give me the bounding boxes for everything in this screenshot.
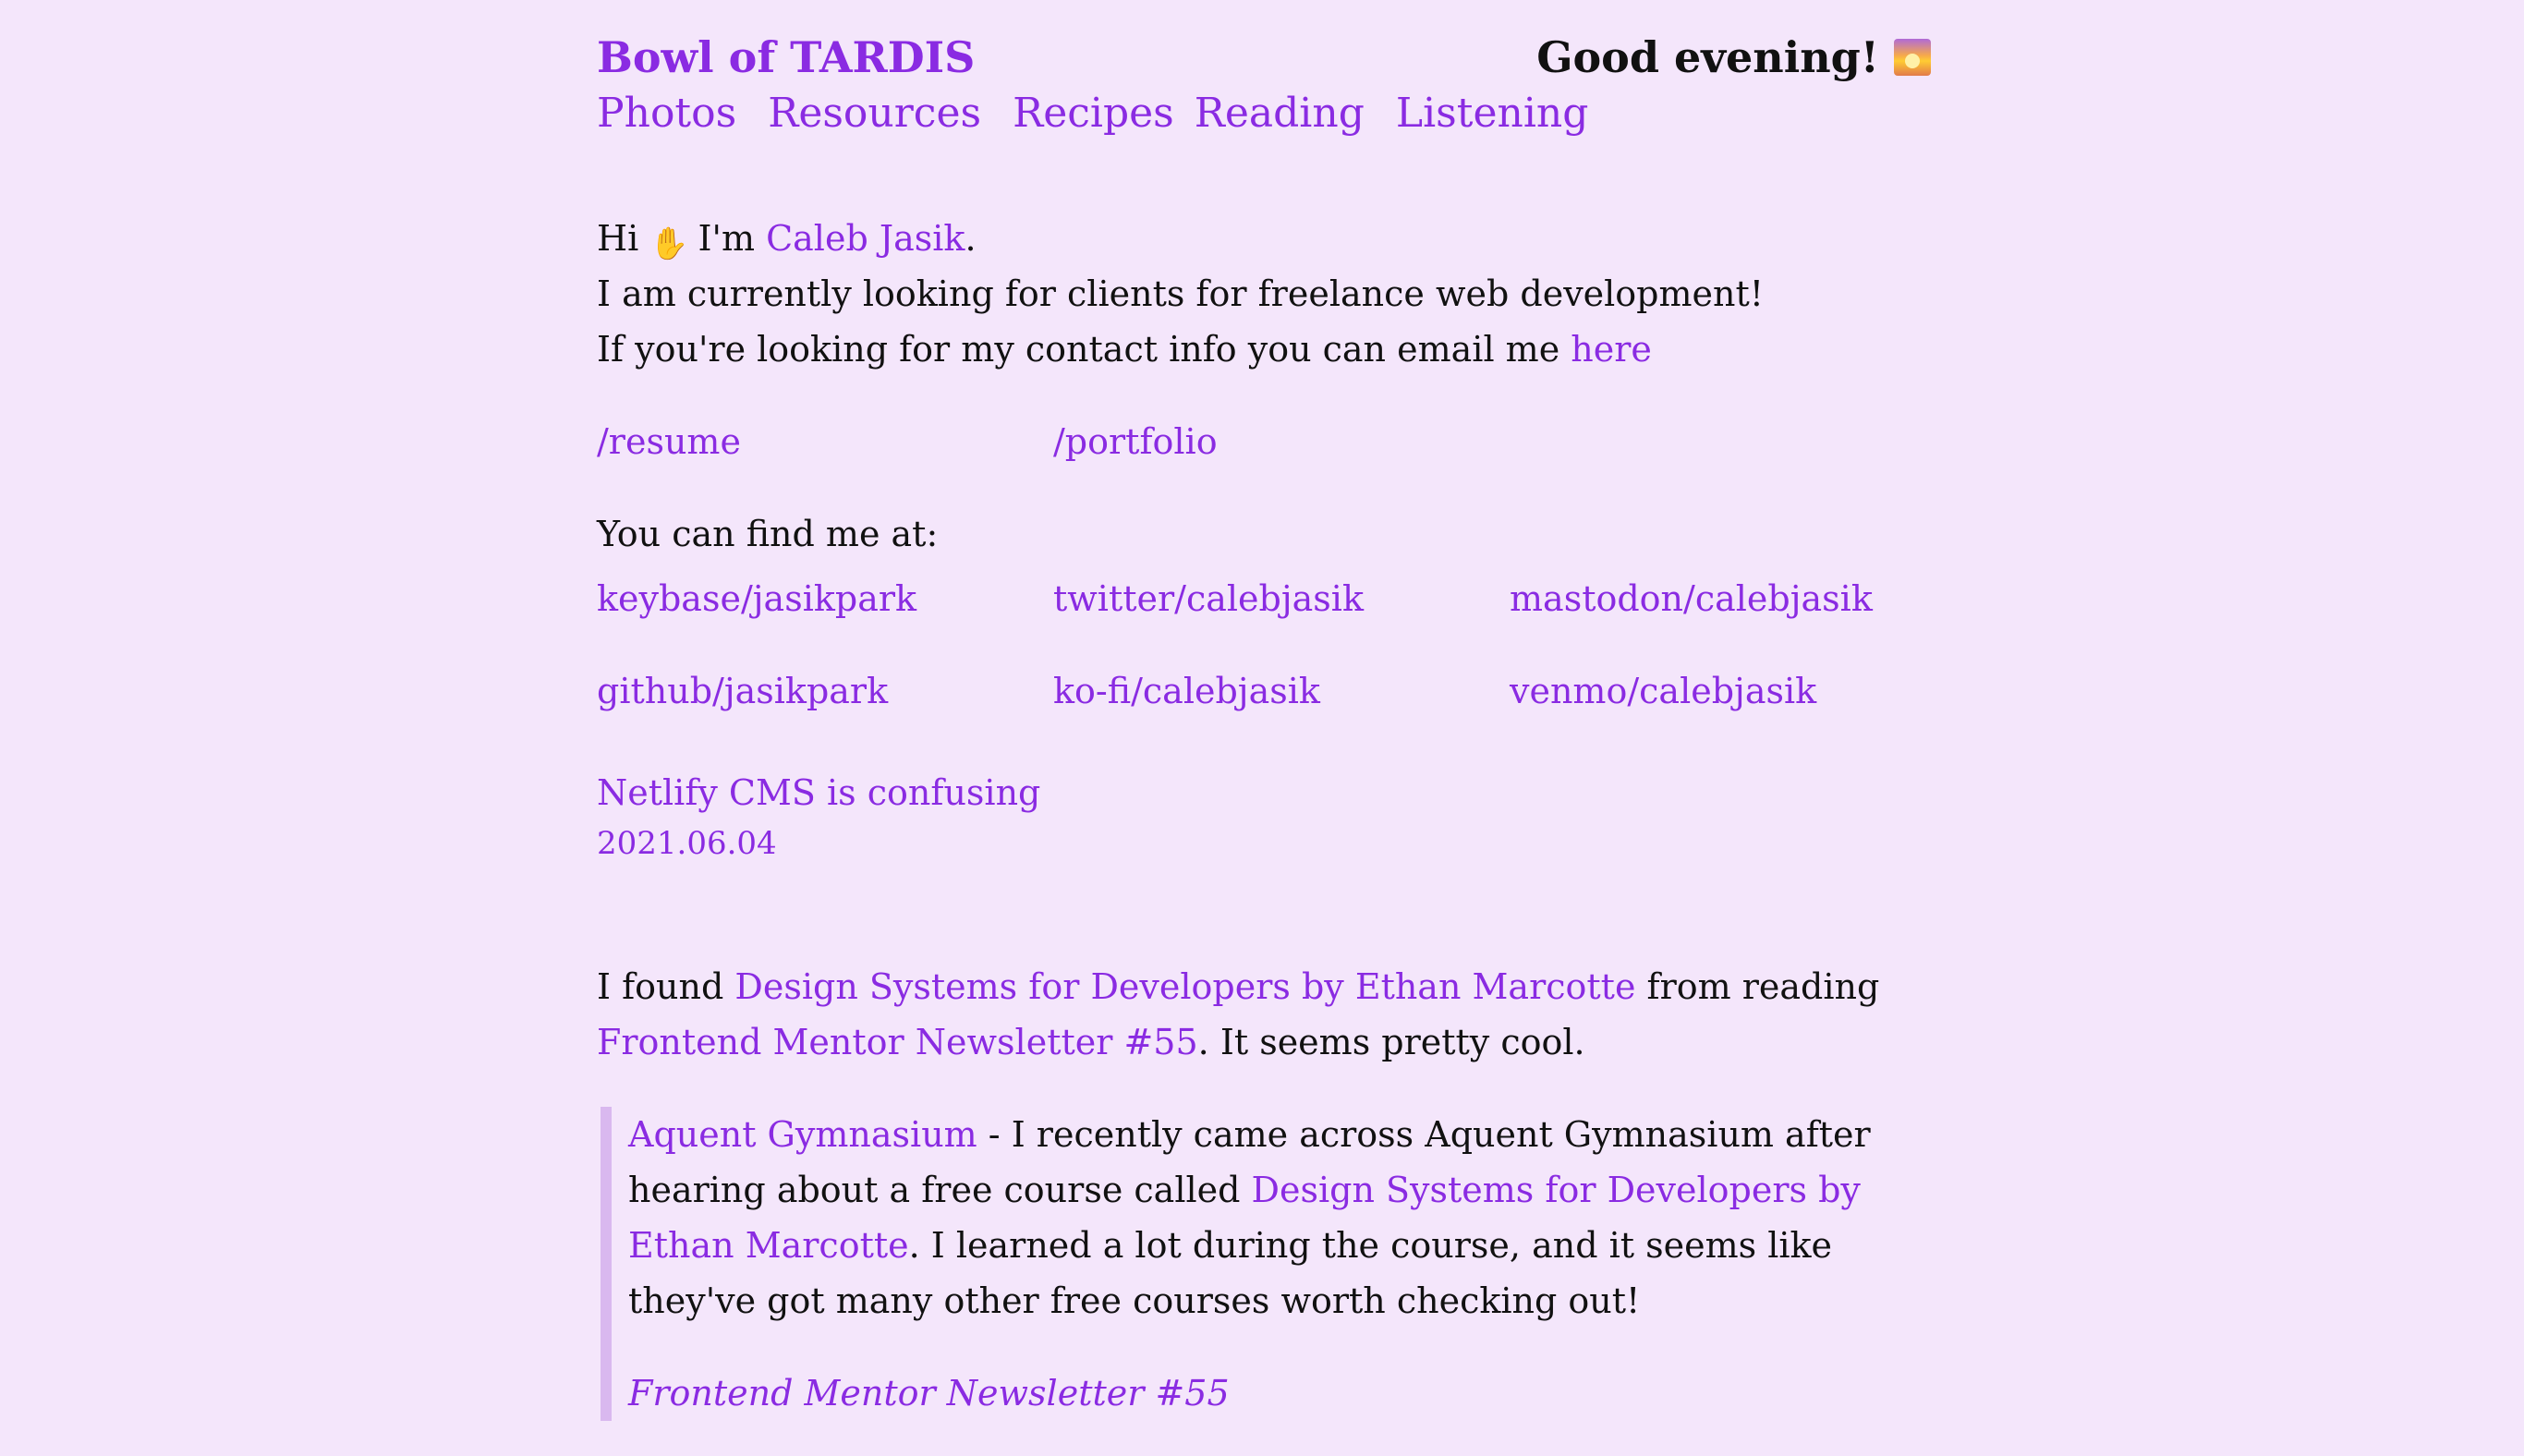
intro-hello: Hi ✋ I'm Caleb Jasik. xyxy=(597,211,1931,266)
nav-reading[interactable]: Reading xyxy=(1195,85,1365,142)
intro-hi: Hi xyxy=(597,218,639,259)
portfolio-link[interactable]: /portfolio xyxy=(1053,414,1510,469)
post-date-link[interactable]: 2021.06.04 xyxy=(597,820,1931,867)
post-paragraph: I found Design Systems for Developers by… xyxy=(597,959,1931,1070)
page: Bowl of TARDIS Good evening! Photos Reso… xyxy=(0,0,2524,1421)
design-systems-link[interactable]: Design Systems for Developers by Ethan M… xyxy=(734,966,1635,1007)
nav-recipes[interactable]: Recipes xyxy=(1013,85,1174,142)
twitter-link[interactable]: twitter/calebjasik xyxy=(1053,571,1510,626)
venmo-link[interactable]: venmo/calebjasik xyxy=(1510,663,1931,719)
intro-freelance: I am currently looking for clients for f… xyxy=(597,273,1765,314)
greeting: Good evening! xyxy=(1536,28,1931,87)
intro-contact: If you're looking for my contact info yo… xyxy=(597,322,1931,377)
post-p1-middle: from reading xyxy=(1646,966,1880,1007)
nav-resources[interactable]: Resources xyxy=(768,85,981,142)
nav-photos[interactable]: Photos xyxy=(597,85,736,142)
site-title-link[interactable]: Bowl of TARDIS xyxy=(597,28,975,87)
newsletter-link[interactable]: Frontend Mentor Newsletter #55 xyxy=(597,1022,1198,1062)
contact-prefix: If you're looking for my contact info yo… xyxy=(597,329,1560,370)
waving-hand-icon: ✋ xyxy=(649,225,689,262)
kofi-link[interactable]: ko-fi/calebjasik xyxy=(1053,663,1510,719)
page-links: /resume /portfolio xyxy=(597,414,1931,469)
sunset-icon xyxy=(1894,39,1931,77)
intro-period: . xyxy=(965,218,977,259)
site-header: Bowl of TARDIS Good evening! Photos Reso… xyxy=(597,28,1931,150)
resume-link[interactable]: /resume xyxy=(597,414,1053,469)
find-me-label: You can find me at: xyxy=(597,514,939,554)
main-nav: Photos Resources Recipes Reading Listeni… xyxy=(597,85,1588,142)
blockquote: Aquent Gymnasium - I recently came acros… xyxy=(601,1107,1931,1421)
nav-listening[interactable]: Listening xyxy=(1396,85,1589,142)
intro-section: Hi ✋ I'm Caleb Jasik. I am currently loo… xyxy=(597,211,1931,377)
intro-im: I'm xyxy=(698,218,755,259)
mastodon-link[interactable]: mastodon/calebjasik xyxy=(1510,571,1931,626)
post-body: I found Design Systems for Developers by… xyxy=(597,959,1931,1421)
social-links: keybase/jasikpark twitter/calebjasik mas… xyxy=(597,571,1931,719)
post-p1-suffix: . It seems pretty cool. xyxy=(1197,1022,1585,1062)
aquent-gymnasium-link[interactable]: Aquent Gymnasium xyxy=(628,1114,977,1155)
github-link[interactable]: github/jasikpark xyxy=(597,663,1053,719)
greeting-text: Good evening! xyxy=(1536,32,1879,82)
quote-paragraph: Aquent Gymnasium - I recently came acros… xyxy=(628,1107,1931,1329)
latest-post: Netlify CMS is confusing 2021.06.04 xyxy=(597,765,1931,867)
quote-citation-link[interactable]: Frontend Mentor Newsletter #55 xyxy=(628,1365,1230,1421)
keybase-link[interactable]: keybase/jasikpark xyxy=(597,571,1053,626)
post-p1-prefix: I found xyxy=(597,966,724,1007)
main-container: Bowl of TARDIS Good evening! Photos Reso… xyxy=(597,28,1931,1456)
name-link[interactable]: Caleb Jasik xyxy=(766,218,965,259)
post-title-link[interactable]: Netlify CMS is confusing xyxy=(597,765,1931,820)
email-link[interactable]: here xyxy=(1571,329,1652,370)
